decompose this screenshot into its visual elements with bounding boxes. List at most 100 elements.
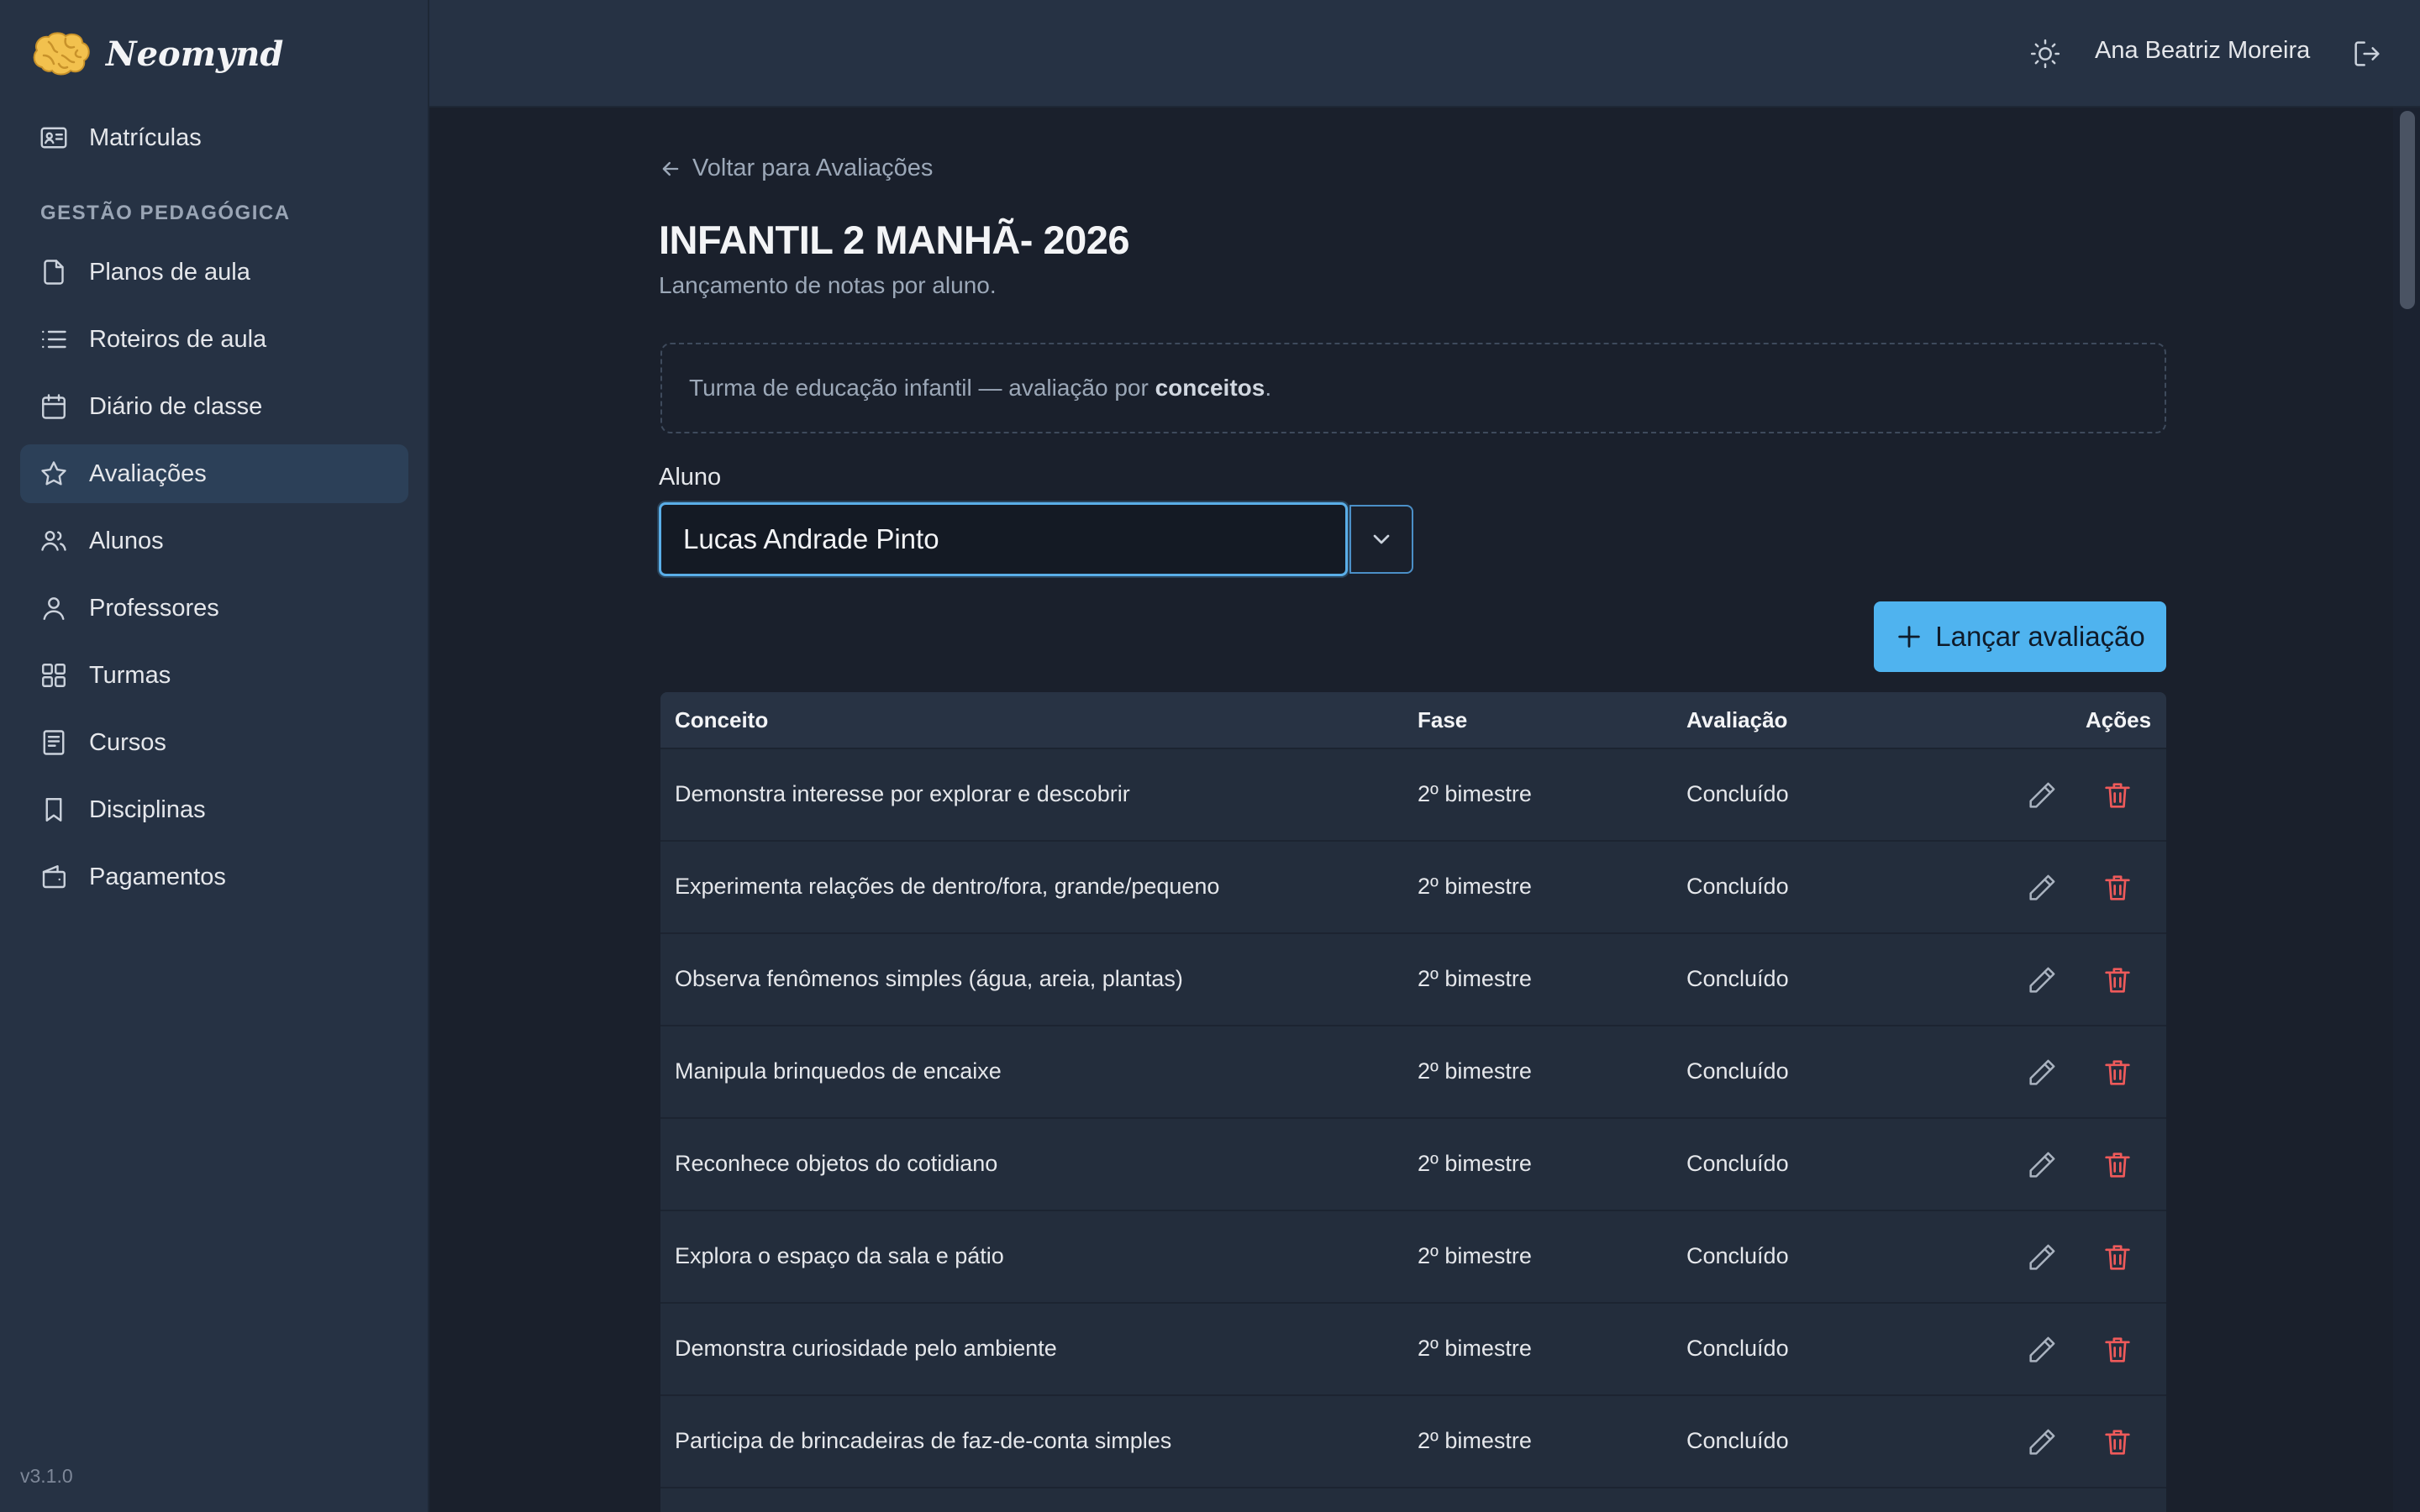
- scrollbar-track[interactable]: [2393, 108, 2420, 1512]
- delete-icon[interactable]: [2101, 779, 2134, 812]
- delete-icon[interactable]: [2101, 963, 2134, 997]
- grid-icon: [42, 664, 66, 687]
- info-text: Turma de educação infantil — avaliação p…: [689, 375, 1272, 401]
- sidebar-item-label: Alunos: [89, 527, 164, 554]
- sun-icon[interactable]: [2028, 37, 2062, 71]
- student-select-toggle[interactable]: [1349, 505, 1413, 574]
- sidebar-item-label: Diário de classe: [89, 392, 263, 420]
- table-row[interactable]: Demonstra curiosidade pelo ambiente 2º bi…: [660, 1304, 2166, 1396]
- column-header-concept: Conceito: [675, 707, 769, 732]
- chevron-down-icon: [1373, 534, 1390, 544]
- sidebar-item-label: Matrículas: [89, 123, 202, 151]
- book-icon: [43, 730, 65, 755]
- section-label: GESTÃO PEDAGÓGICA: [40, 202, 291, 224]
- cell-evaluation: Concluído: [1686, 1336, 1789, 1361]
- edit-icon[interactable]: [2025, 1148, 2059, 1182]
- cell-concept: Participa de brincadeiras de faz-de-cont…: [675, 1428, 1172, 1453]
- edit-icon[interactable]: [2025, 963, 2059, 997]
- cell-evaluation: Concluído: [1686, 781, 1789, 806]
- delete-icon[interactable]: [2101, 1241, 2134, 1274]
- cell-concept: Experimenta relações de dentro/fora, gra…: [675, 874, 1220, 899]
- cell-phase: 2º bimestre: [1418, 1336, 1532, 1361]
- brand[interactable]: Neomynd: [30, 29, 283, 79]
- table-row[interactable]: Experimenta relações de dentro/fora, gra…: [660, 842, 2166, 934]
- info-bold: conceitos: [1155, 375, 1265, 401]
- sidebar-item-label: Avaliações: [89, 459, 207, 487]
- student-label: Aluno: [659, 464, 722, 491]
- sidebar-item-disciplinas[interactable]: Disciplinas: [20, 780, 408, 839]
- add-evaluation-button[interactable]: Lançar avaliação: [1874, 601, 2166, 672]
- sidebar-item-professores[interactable]: Professores: [20, 579, 408, 638]
- cell-evaluation: Concluído: [1686, 1428, 1789, 1453]
- back-link[interactable]: Voltar para Avaliações: [659, 155, 933, 182]
- arrow-left-icon: [662, 161, 679, 176]
- cell-concept: Manipula brinquedos de encaixe: [675, 1058, 1002, 1084]
- delete-icon[interactable]: [2101, 1148, 2134, 1182]
- delete-icon[interactable]: [2101, 1425, 2134, 1459]
- id-card-icon: [40, 127, 67, 149]
- app-version: v3.1.0: [20, 1465, 73, 1487]
- cell-phase: 2º bimestre: [1418, 781, 1532, 806]
- sidebar-item-planos-de-aula[interactable]: Planos de aula: [20, 243, 408, 302]
- table-row[interactable]: Participa de brincadeiras de faz-de-cont…: [660, 1396, 2166, 1488]
- edit-icon[interactable]: [2025, 779, 2059, 812]
- cell-concept: Observa fenômenos simples (água, areia, …: [675, 966, 1183, 991]
- sidebar-item-pagamentos[interactable]: Pagamentos: [20, 848, 408, 906]
- user-icon: [43, 597, 65, 620]
- table-row[interactable]: Manipula brinquedos de encaixe 2º bimestr…: [660, 1026, 2166, 1119]
- plus-icon: [1898, 626, 1920, 648]
- logout-icon[interactable]: [2350, 37, 2384, 71]
- user-name[interactable]: Ana Beatriz Moreira: [2095, 37, 2310, 65]
- table-header: Conceito Fase Avaliação Ações: [660, 692, 2166, 749]
- student-select-value: Lucas Andrade Pinto: [683, 523, 939, 554]
- sidebar-item-label: Pagamentos: [89, 863, 226, 890]
- table-row[interactable]: Observa fenômenos simples (água, areia, …: [660, 934, 2166, 1026]
- sidebar-item-matriculas[interactable]: Matrículas: [20, 108, 408, 167]
- sidebar-item-alunos[interactable]: Alunos: [20, 512, 408, 570]
- student-select[interactable]: Lucas Andrade Pinto: [659, 502, 1348, 576]
- page-subtitle: Lançamento de notas por aluno.: [659, 272, 997, 298]
- sidebar-item-turmas[interactable]: Turmas: [20, 646, 408, 705]
- delete-icon[interactable]: [2101, 871, 2134, 905]
- cell-evaluation: Concluído: [1686, 1243, 1789, 1268]
- file-icon: [44, 260, 64, 285]
- table-row[interactable]: Demonstra interesse por explorar e desco…: [660, 749, 2166, 842]
- sidebar-item-label: Disciplinas: [89, 795, 206, 823]
- calendar-icon: [42, 394, 66, 419]
- cell-phase: 2º bimestre: [1418, 1058, 1532, 1084]
- sidebar-item-label: Planos de aula: [89, 258, 250, 286]
- users-icon: [41, 531, 66, 551]
- star-icon: [41, 461, 66, 486]
- table-row[interactable]: Reconhece objetos do cotidiano 2º bimestr…: [660, 1119, 2166, 1211]
- column-header-phase: Fase: [1418, 707, 1468, 732]
- page-title: INFANTIL 2 MANHÃ- 2026: [659, 218, 1130, 262]
- sidebar-item-diario-de-classe[interactable]: Diário de classe: [20, 377, 408, 436]
- table-row[interactable]: Explora o espaço da sala e pátio 2º bimes…: [660, 1211, 2166, 1304]
- cell-concept: Demonstra interesse por explorar e desco…: [675, 781, 1130, 806]
- delete-icon[interactable]: [2101, 1056, 2134, 1089]
- sidebar-item-roteiros-de-aula[interactable]: Roteiros de aula: [20, 310, 408, 369]
- cell-phase: 2º bimestre: [1418, 1243, 1532, 1268]
- edit-icon[interactable]: [2025, 1333, 2059, 1367]
- sidebar-item-label: Roteiros de aula: [89, 325, 267, 353]
- sidebar-item-label: Cursos: [89, 728, 166, 756]
- scrollbar-thumb[interactable]: [2400, 111, 2415, 309]
- column-header-evaluation: Avaliação: [1686, 707, 1788, 732]
- cell-evaluation: Concluído: [1686, 1151, 1789, 1176]
- list-icon: [42, 330, 66, 349]
- sidebar-item-cursos[interactable]: Cursos: [20, 713, 408, 772]
- edit-icon[interactable]: [2025, 871, 2059, 905]
- delete-icon[interactable]: [2101, 1333, 2134, 1367]
- cell-evaluation: Concluído: [1686, 966, 1789, 991]
- topbar: Ana Beatriz Moreira: [429, 0, 2420, 108]
- edit-icon[interactable]: [2025, 1056, 2059, 1089]
- wallet-icon: [42, 865, 66, 889]
- cell-evaluation: Concluído: [1686, 874, 1789, 899]
- sidebar-item-avaliacoes[interactable]: Avaliações: [20, 444, 408, 503]
- evaluations-table: Conceito Fase Avaliação Ações Demonstra …: [660, 692, 2166, 1512]
- edit-icon[interactable]: [2025, 1241, 2059, 1274]
- bookmark-icon: [45, 798, 62, 822]
- edit-icon[interactable]: [2025, 1425, 2059, 1459]
- sidebar: Neomynd Matrículas GESTÃO PEDAGÓGICA Pla…: [0, 0, 429, 1512]
- cell-phase: 2º bimestre: [1418, 1151, 1532, 1176]
